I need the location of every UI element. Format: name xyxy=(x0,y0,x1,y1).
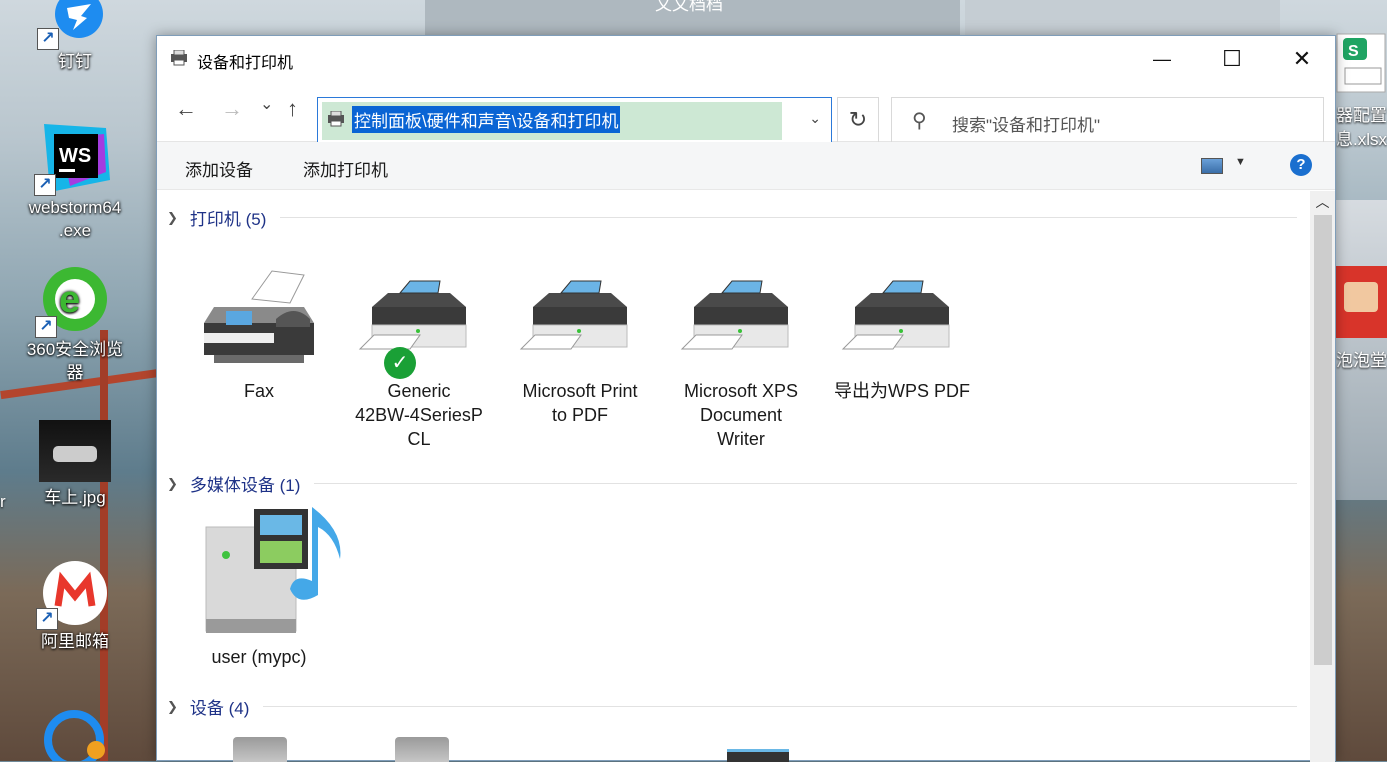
scroll-up-chevron-icon[interactable]: ︿ xyxy=(1310,191,1335,213)
up-arrow-icon[interactable]: ↑ xyxy=(287,96,298,122)
group-divider xyxy=(314,483,1297,484)
device-partial-1[interactable] xyxy=(233,737,287,762)
desktop-icon-label: 车上.jpg xyxy=(44,488,106,507)
desktop-icon-webstorm[interactable]: WS ↗ webstorm64 .exe xyxy=(20,120,130,242)
search-icon: ⚲ xyxy=(912,110,927,132)
view-dropdown-chevron-icon[interactable]: ▼ xyxy=(1235,156,1246,168)
shortcut-arrow-icon: ↗ xyxy=(34,174,56,196)
bridge-tower xyxy=(100,330,108,761)
address-dropdown-chevron-icon[interactable]: ⌄ xyxy=(809,110,821,127)
dingtalk-icon: ↗ xyxy=(37,0,107,50)
vertical-scrollbar[interactable]: ︿ xyxy=(1310,191,1335,762)
background-window: 文文档档 xyxy=(425,0,960,36)
shortcut-arrow-icon: ↗ xyxy=(37,28,59,50)
desktop-icon-jpg[interactable]: 车上.jpg xyxy=(20,420,130,509)
group-title: 打印机 (5) xyxy=(189,210,267,229)
search-box[interactable]: ⚲ 搜索"设备和打印机" xyxy=(891,97,1324,143)
navigation-bar: ← → ⌄ ↑ 控制面板\硬件和声音\设备和打印机 ⌄ ↻ ⚲ 搜索"设备和打印… xyxy=(157,82,1335,143)
change-view-icon[interactable] xyxy=(1201,158,1223,174)
group-header-printers[interactable]: ❯ 打印机 (5) xyxy=(167,205,1297,230)
add-printer-button[interactable]: 添加打印机 xyxy=(303,156,388,181)
background-window-2 xyxy=(965,0,1280,36)
desktop-icon-partial[interactable] xyxy=(40,706,110,761)
group-title: 多媒体设备 (1) xyxy=(189,476,301,495)
window-title: 设备和打印机 xyxy=(197,55,294,72)
desktop-icon-label: 阿里邮箱 xyxy=(41,632,109,651)
svg-text:WS: WS xyxy=(59,145,91,167)
devices-printers-window: 设备和打印机 — ☐ ✕ ← → ⌄ ↑ 控制面板\硬件和声音\设备和打印机 ⌄… xyxy=(156,35,1336,762)
left-edge-text: r xyxy=(0,492,6,511)
shortcut-arrow-icon: ↗ xyxy=(35,316,57,338)
device-partial-3[interactable] xyxy=(727,749,789,762)
printer-icon: ✓ xyxy=(354,263,484,379)
device-label: Microsoft Print to PDF xyxy=(522,381,638,425)
add-device-button[interactable]: 添加设备 xyxy=(185,156,253,181)
device-label: Generic 42BW-4SeriesP CL xyxy=(355,381,483,449)
device-label: Microsoft XPS Document Writer xyxy=(683,381,799,449)
device-microsoft-print-to-pdf[interactable]: Microsoft Print to PDF xyxy=(500,263,660,427)
help-button[interactable]: ? xyxy=(1290,154,1312,176)
forward-arrow-icon[interactable]: → xyxy=(221,96,243,122)
address-path-text[interactable]: 控制面板\硬件和声音\设备和打印机 xyxy=(352,106,621,133)
minimize-button[interactable]: — xyxy=(1127,36,1197,82)
printer-small-icon xyxy=(326,110,346,127)
desktop-icon-label: 360安全浏览 器 xyxy=(26,340,124,382)
desktop-icon-label-excel: 器配置 息.xlsx xyxy=(1336,106,1387,149)
title-bar[interactable]: 设备和打印机 — ☐ ✕ xyxy=(157,36,1335,82)
desktop-icon-label: 钉钉 xyxy=(58,52,92,71)
image-file-icon xyxy=(39,420,111,482)
search-placeholder[interactable]: 搜索"设备和打印机" xyxy=(952,111,1100,136)
media-server-icon xyxy=(194,503,341,639)
collapse-chevron-icon[interactable]: ❯ xyxy=(167,210,178,226)
fax-icon xyxy=(194,263,324,373)
command-bar: 添加设备 添加打印机 ▼ ? xyxy=(157,142,1335,190)
maximize-button[interactable]: ☐ xyxy=(1197,36,1267,82)
browser-360-icon: e ↗ xyxy=(35,264,109,338)
group-header-devices[interactable]: ❯ 设备 (4) xyxy=(167,694,1297,719)
webstorm-icon: WS ↗ xyxy=(34,120,110,196)
group-divider xyxy=(280,217,1297,218)
svg-text:e: e xyxy=(59,279,80,321)
device-fax[interactable]: Fax xyxy=(179,263,339,403)
desktop-icon-label: webstorm64 .exe xyxy=(28,198,122,240)
alimail-icon: ↗ xyxy=(36,560,108,630)
recent-locations-chevron-icon[interactable]: ⌄ xyxy=(260,94,273,114)
scrollbar-thumb[interactable] xyxy=(1314,215,1332,665)
excel-file-icon[interactable]: S xyxy=(1335,32,1387,94)
printer-icon xyxy=(676,263,806,373)
desktop-icon-360browser[interactable]: e ↗ 360安全浏览 器 xyxy=(20,264,130,384)
device-label: Fax xyxy=(243,381,274,401)
shortcut-arrow-icon: ↗ xyxy=(36,608,58,630)
desktop-icon-alimail[interactable]: ↗ 阿里邮箱 xyxy=(20,560,130,653)
devices-content-area: ❯ 打印机 (5) Fax ✓ Generic 42BW-4SeriesP CL… xyxy=(157,191,1310,762)
group-divider xyxy=(263,706,1297,707)
collapse-chevron-icon[interactable]: ❯ xyxy=(167,476,178,492)
default-check-icon: ✓ xyxy=(384,347,416,379)
svg-text:S: S xyxy=(1348,43,1359,60)
refresh-button[interactable]: ↻ xyxy=(837,97,879,143)
printer-small-icon xyxy=(169,49,189,66)
game-icon[interactable] xyxy=(1336,266,1387,338)
device-media-server[interactable]: user (mypc) xyxy=(179,503,341,669)
address-bar[interactable]: 控制面板\硬件和声音\设备和打印机 ⌄ xyxy=(317,97,832,143)
printer-icon xyxy=(837,263,967,373)
device-label: 导出为WPS PDF xyxy=(833,381,970,401)
desktop-icon-dingtalk[interactable]: ↗ 钉钉 xyxy=(20,0,130,73)
back-arrow-icon[interactable]: ← xyxy=(175,96,197,122)
device-generic-printer[interactable]: ✓ Generic 42BW-4SeriesP CL xyxy=(339,263,499,451)
device-label: user (mypc) xyxy=(211,647,307,667)
device-partial-2[interactable] xyxy=(395,737,449,762)
background-window-title: 文文档档 xyxy=(655,0,723,14)
group-header-multimedia[interactable]: ❯ 多媒体设备 (1) xyxy=(167,471,1297,496)
close-button[interactable]: ✕ xyxy=(1267,36,1337,82)
device-wps-pdf[interactable]: 导出为WPS PDF xyxy=(822,263,982,403)
desktop-icon-label-game: 泡泡堂 xyxy=(1336,351,1387,370)
device-microsoft-xps-writer[interactable]: Microsoft XPS Document Writer xyxy=(661,263,821,451)
printer-icon xyxy=(515,263,645,373)
collapse-chevron-icon[interactable]: ❯ xyxy=(167,699,178,715)
group-title: 设备 (4) xyxy=(189,699,250,718)
